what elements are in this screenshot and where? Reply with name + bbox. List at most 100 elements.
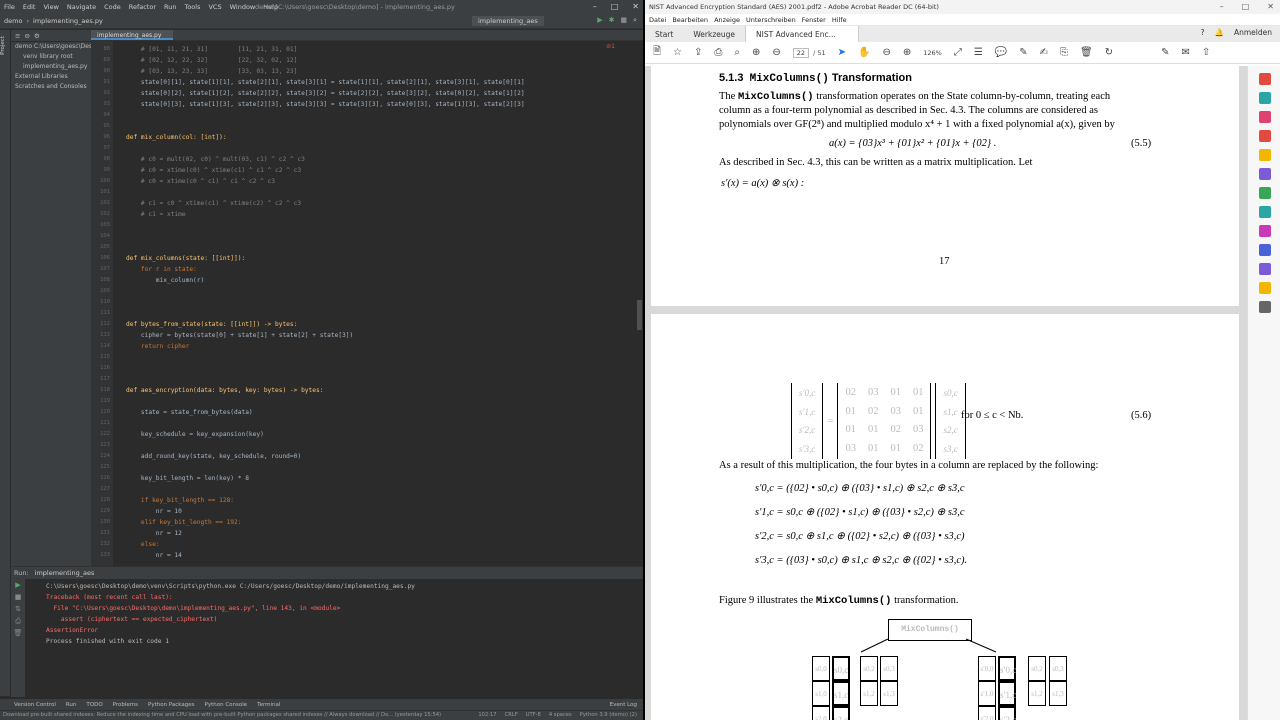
breadcrumb-project[interactable]: demo xyxy=(4,17,22,25)
tool-organize-icon[interactable] xyxy=(1259,168,1271,180)
acrobat-menu-unterschreiben[interactable]: Unterschreiben xyxy=(746,16,796,24)
print-icon[interactable]: ⎙ xyxy=(11,615,25,627)
tool-fill-icon[interactable] xyxy=(1259,263,1271,275)
gear-icon[interactable]: ⚙ xyxy=(34,32,40,40)
code-line[interactable]: if key_bit_length == 128: xyxy=(126,495,234,506)
tree-item[interactable]: venv library root xyxy=(11,52,91,62)
code-line[interactable]: # [02, 12, 22, 32] [22, 32, 02, 12] xyxy=(126,55,297,66)
bottom-tab-version-control[interactable]: Version Control xyxy=(14,702,56,708)
select-cursor-icon[interactable]: ➤ xyxy=(838,47,846,58)
comment-icon[interactable]: 💬 xyxy=(995,47,1007,58)
project-tool-label[interactable]: Project xyxy=(0,36,6,55)
menu-item-file[interactable]: File xyxy=(4,3,15,11)
breadcrumb-file[interactable]: implementing_aes.py xyxy=(33,17,103,25)
bookmark-icon[interactable]: ☆ xyxy=(673,47,682,58)
run-tab[interactable]: implementing_aes xyxy=(35,569,95,577)
code-line[interactable]: state[0][2], state[1][2], state[2][2], s… xyxy=(126,88,525,99)
fit-page-icon[interactable]: ⤢ xyxy=(954,47,962,58)
rerun-icon[interactable]: ▶ xyxy=(11,579,25,591)
run-configuration-select[interactable]: implementing_aes xyxy=(472,16,544,26)
event-log-button[interactable]: Event Log xyxy=(610,702,637,708)
close-icon[interactable]: ✕ xyxy=(632,2,639,11)
code-line[interactable]: # c0 = mult(02, c0) ^ mult(03, c1) ^ c2 … xyxy=(126,154,305,165)
document-view[interactable]: 5.1.3 MixColumns() Transformation The Mi… xyxy=(645,66,1247,720)
acrobat-menu-fenster[interactable]: Fenster xyxy=(802,16,826,24)
tool-compress-icon[interactable] xyxy=(1259,187,1271,199)
tool-sign-icon[interactable] xyxy=(1259,225,1271,237)
code-line[interactable]: nr = 12 xyxy=(126,528,182,539)
menu-item-navigate[interactable]: Navigate xyxy=(67,3,96,11)
tool-comment-icon[interactable] xyxy=(1259,149,1271,161)
code-line[interactable]: nr = 14 xyxy=(126,550,182,561)
next-page-icon[interactable]: ⊖ xyxy=(772,47,780,58)
code-editor[interactable]: implementing_aes.py ⊘1 88 89 90 91 92 93 94 95 9… xyxy=(91,30,643,566)
page-number-input[interactable]: 22 xyxy=(792,47,810,58)
bottom-tab-problems[interactable]: Problems xyxy=(113,702,138,708)
debug-icon[interactable]: ✱ xyxy=(609,16,615,25)
maximize-icon[interactable]: □ xyxy=(1242,2,1250,11)
acrobat-menu-anzeige[interactable]: Anzeige xyxy=(714,16,740,24)
code-line[interactable]: key_bit_length = len(key) * 8 xyxy=(126,473,249,484)
tree-item[interactable]: External Libraries xyxy=(11,72,91,82)
stamp-icon[interactable]: ⎘ xyxy=(1060,47,1068,58)
bottom-tab-python-packages[interactable]: Python Packages xyxy=(148,702,194,708)
code-line[interactable]: state = state_from_bytes(data) xyxy=(126,407,253,418)
menu-item-run[interactable]: Run xyxy=(164,3,176,11)
code-line[interactable]: cipher = bytes(state[0] + state[1] + sta… xyxy=(126,330,353,341)
bottom-tab-todo[interactable]: TODO xyxy=(86,702,102,708)
tree-item[interactable]: demo C:\Users\goesc\Desktop\demo xyxy=(11,42,91,52)
hamburger-icon[interactable]: ≡ xyxy=(15,32,20,40)
scroll-icon[interactable]: ⇅ xyxy=(11,603,25,615)
code-line[interactable]: for r in state: xyxy=(126,264,197,275)
search-icon[interactable]: ⌕ xyxy=(633,16,637,25)
zoom-search-icon[interactable]: ⌕ xyxy=(734,47,740,58)
editor-scrollbar[interactable] xyxy=(637,300,642,330)
stop-icon[interactable]: ■ xyxy=(620,16,627,25)
tool-combine-icon[interactable] xyxy=(1259,130,1271,142)
tab-start[interactable]: Start xyxy=(645,26,683,42)
trash-icon[interactable]: 🗑 xyxy=(11,627,25,639)
code-line[interactable]: add_round_key(state, key_schedule, round… xyxy=(126,451,301,462)
editor-tab[interactable]: implementing_aes.py xyxy=(91,30,174,40)
sign-icon[interactable]: ✍ xyxy=(1040,47,1048,58)
menu-item-code[interactable]: Code xyxy=(104,3,121,11)
hand-icon[interactable]: ✋ xyxy=(858,47,870,58)
acrobat-menu-bearbeiten[interactable]: Bearbeiten xyxy=(672,16,708,24)
code-line[interactable]: def aes_encryption(data: bytes, key: byt… xyxy=(126,385,323,396)
pen-icon[interactable]: ✎ xyxy=(1019,47,1027,58)
status-message[interactable]: Download pre-built shared indexes: Reduc… xyxy=(3,712,441,718)
code-line[interactable]: else: xyxy=(126,539,160,550)
stop-run-icon[interactable]: ■ xyxy=(11,591,25,603)
tool-create-icon[interactable] xyxy=(1259,92,1271,104)
menu-item-vcs[interactable]: VCS xyxy=(208,3,221,11)
minimize-icon[interactable]: – xyxy=(1220,2,1224,11)
code-line[interactable]: key_schedule = key_expansion(key) xyxy=(126,429,264,440)
code-area[interactable]: # [01, 11, 21, 31] [11, 21, 31, 01] # [0… xyxy=(126,41,635,566)
bottom-tab-terminal[interactable]: Terminal xyxy=(257,702,280,708)
zoom-level[interactable]: 126% xyxy=(923,49,942,57)
zoom-out-icon[interactable]: ⊖ xyxy=(882,47,890,58)
menu-item-window[interactable]: Window xyxy=(230,3,256,11)
help-icon[interactable]: ? xyxy=(1201,28,1205,37)
code-line[interactable]: mix_column(r) xyxy=(126,275,204,286)
code-line[interactable]: # c0 = xtime(c0) ^ xtime(c1) ^ c1 ^ c2 ^… xyxy=(126,165,301,176)
status-item[interactable]: Python 3.9 (demo) (2) xyxy=(580,711,637,720)
status-item[interactable]: CRLF xyxy=(505,711,518,720)
scroll-mode-icon[interactable]: ☰ xyxy=(974,47,983,58)
status-item[interactable]: 4 spaces xyxy=(549,711,572,720)
code-line[interactable]: # [01, 11, 21, 31] [11, 21, 31, 01] xyxy=(126,44,297,55)
tool-edit-icon[interactable] xyxy=(1259,111,1271,123)
prev-page-icon[interactable]: ⊕ xyxy=(752,47,760,58)
acrobat-menu-datei[interactable]: Datei xyxy=(649,16,666,24)
bottom-tab-python-console[interactable]: Python Console xyxy=(205,702,248,708)
menu-item-refactor[interactable]: Refactor xyxy=(129,3,156,11)
minimize-icon[interactable]: – xyxy=(593,2,597,11)
code-line[interactable]: # c1 = xtime xyxy=(126,209,186,220)
code-line[interactable]: state[0][3], state[1][3], state[2][3], s… xyxy=(126,99,525,110)
tab-tools[interactable]: Werkzeuge xyxy=(683,26,745,42)
mail-icon[interactable]: ✉ xyxy=(1182,47,1190,58)
status-item[interactable]: UTF-8 xyxy=(526,711,541,720)
tool-more-icon[interactable] xyxy=(1259,301,1271,313)
code-line[interactable]: elif key_bit_length == 192: xyxy=(126,517,242,528)
menu-item-tools[interactable]: Tools xyxy=(184,3,200,11)
